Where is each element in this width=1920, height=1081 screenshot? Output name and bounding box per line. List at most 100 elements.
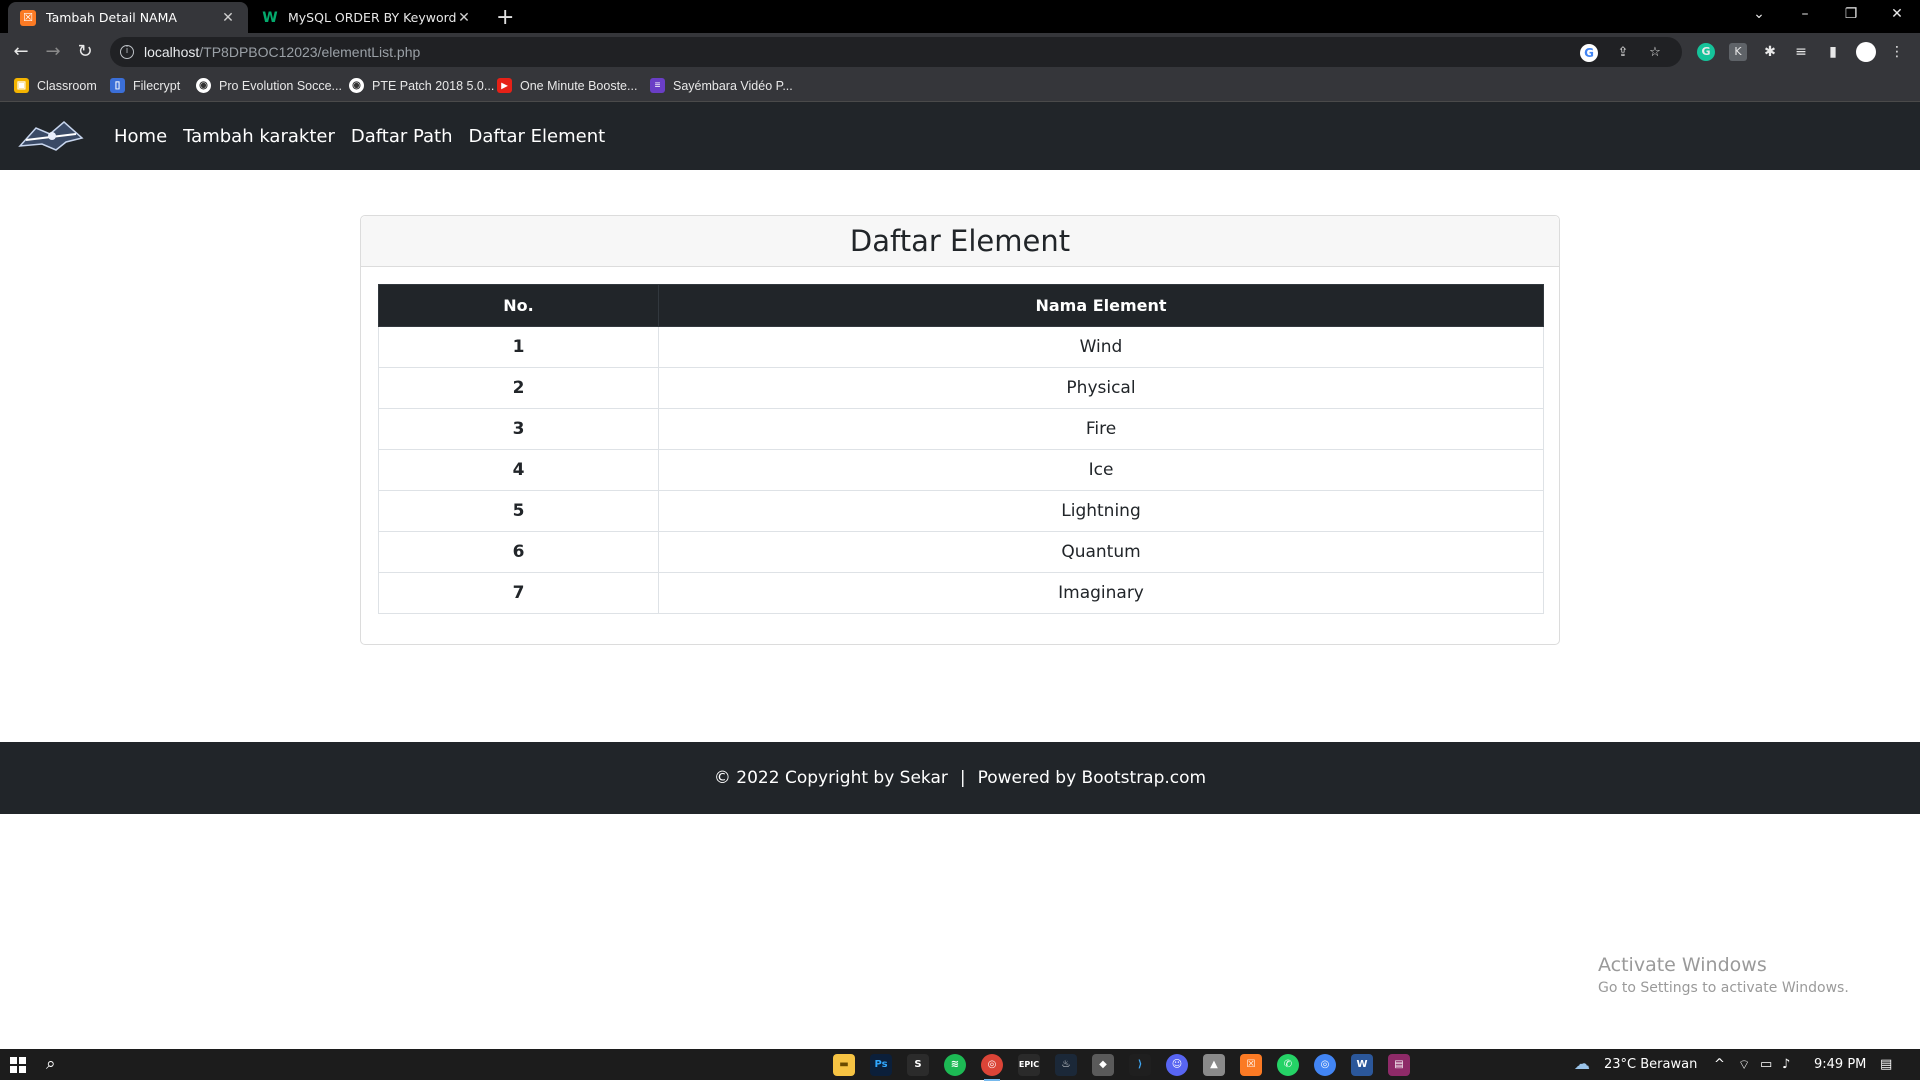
footer-separator: |: [959, 768, 966, 788]
classroom-icon: ▣: [14, 78, 29, 93]
element-list-card: Daftar Element No. Nama Element 1 Wind 2…: [360, 215, 1560, 645]
address-bar[interactable]: i localhost/TP8DPBOC12023/elementList.ph…: [110, 37, 1682, 67]
row-number: 4: [378, 449, 659, 491]
windows-taskbar: ⌕ ▬ Ps S ≋ ◎ EPIC ♨ ◆ ⟩ ☺ ▲ ☒ ✆ ◎ W ▤ ☁ …: [0, 1049, 1920, 1081]
table-row: 2 Physical: [378, 367, 1544, 409]
chrome-profile-icon[interactable]: ◎: [1314, 1054, 1336, 1076]
watermark-subtitle: Go to Settings to activate Windows.: [1598, 980, 1849, 996]
game-logo-icon[interactable]: [16, 116, 86, 156]
file-explorer-icon[interactable]: ▬: [833, 1054, 855, 1076]
row-number: 2: [378, 367, 659, 409]
bookmark-filecrypt[interactable]: ▯ Filecrypt: [110, 78, 180, 93]
column-header-nama-element: Nama Element: [658, 284, 1544, 327]
xampp-icon[interactable]: ☒: [1240, 1054, 1262, 1076]
row-number: 3: [378, 408, 659, 450]
game-app-icon[interactable]: ◆: [1092, 1054, 1114, 1076]
column-header-no: No.: [378, 284, 659, 327]
browser-tab-strip: ☒ Tambah Detail NAMA ✕ W MySQL ORDER BY …: [0, 0, 1920, 33]
bookmark-classroom[interactable]: ▣ Classroom: [14, 78, 97, 93]
share-icon[interactable]: ⇪: [1614, 44, 1632, 62]
more-menu-icon[interactable]: ⋮: [1888, 43, 1906, 61]
tab-title: MySQL ORDER BY Keyword: [288, 10, 456, 25]
nav-links: Home Tambah karakter Daftar Path Daftar …: [114, 102, 621, 170]
table-row: 3 Fire: [378, 408, 1544, 450]
watermark-title: Activate Windows: [1598, 954, 1767, 976]
google-lens-icon[interactable]: G: [1580, 44, 1598, 62]
browser-toolbar: ← → ↻ i localhost/TP8DPBOC12023/elementL…: [0, 33, 1920, 71]
row-number: 5: [378, 490, 659, 532]
word-icon[interactable]: W: [1351, 1054, 1373, 1076]
battery-icon[interactable]: ▭: [1760, 1057, 1772, 1072]
bookmark-pte-patch[interactable]: ◉ PTE Patch 2018 5.0...: [349, 78, 494, 93]
app-s-icon[interactable]: S: [907, 1054, 929, 1076]
bookmark-label: Classroom: [37, 78, 97, 93]
close-tab-icon[interactable]: ✕: [220, 10, 236, 26]
profile-avatar[interactable]: [1856, 42, 1876, 62]
new-tab-button[interactable]: +: [496, 5, 514, 30]
close-window-button[interactable]: ✕: [1874, 0, 1920, 30]
game-launcher-icon[interactable]: ▲: [1203, 1054, 1225, 1076]
bookmark-one-minute[interactable]: ▶ One Minute Booste...: [497, 78, 637, 93]
chrome-icon[interactable]: ◎: [981, 1054, 1003, 1081]
bookmark-label: One Minute Booste...: [520, 78, 638, 93]
close-tab-icon[interactable]: ✕: [456, 10, 472, 26]
restore-button[interactable]: ❐: [1828, 0, 1874, 30]
photoshop-icon[interactable]: Ps: [870, 1054, 892, 1076]
nav-daftar-path-link[interactable]: Daftar Path: [351, 126, 453, 147]
site-info-icon[interactable]: i: [120, 45, 134, 59]
steam-icon[interactable]: ♨: [1055, 1054, 1077, 1076]
minimize-button[interactable]: –: [1782, 0, 1828, 30]
footer-powered-by: Powered by Bootstrap.com: [977, 768, 1207, 788]
w3schools-favicon-icon: W: [262, 9, 278, 26]
grammarly-extension-icon[interactable]: G: [1697, 43, 1715, 61]
filecrypt-icon: ▯: [110, 78, 125, 93]
tab-tambah-detail[interactable]: ☒ Tambah Detail NAMA ✕: [8, 2, 248, 33]
bookmark-label: Pro Evolution Socce...: [219, 78, 342, 93]
tab-search-icon[interactable]: ⌄: [1736, 0, 1782, 30]
element-name: Imaginary: [658, 572, 1544, 614]
xampp-favicon-icon: ☒: [20, 9, 36, 26]
table-row: 7 Imaginary: [378, 572, 1544, 614]
forward-arrow-icon[interactable]: →: [40, 39, 66, 65]
table-row: 1 Wind: [378, 326, 1544, 368]
media-queue-icon[interactable]: ≡: [1792, 43, 1810, 61]
epic-games-icon[interactable]: EPIC: [1018, 1054, 1040, 1076]
weather-text[interactable]: 23°C Berawan: [1604, 1057, 1697, 1072]
nav-home-link[interactable]: Home: [114, 126, 167, 147]
row-number: 6: [378, 531, 659, 573]
network-icon[interactable]: ⌔: [1738, 1057, 1750, 1073]
search-icon[interactable]: ⌕: [46, 1054, 56, 1074]
nav-tambah-karakter-link[interactable]: Tambah karakter: [183, 126, 335, 147]
extensions-puzzle-icon[interactable]: ✱: [1761, 43, 1779, 61]
winrar-icon[interactable]: ▤: [1388, 1054, 1410, 1076]
spotify-icon[interactable]: ≋: [944, 1054, 966, 1076]
list-icon: ≡: [650, 78, 665, 93]
bookmark-sayembara[interactable]: ≡ Sayémbara Vidéo P...: [650, 78, 793, 93]
vscode-icon[interactable]: ⟩: [1129, 1054, 1151, 1076]
volume-icon[interactable]: ♪: [1782, 1057, 1790, 1072]
table-header-row: No. Nama Element: [378, 284, 1544, 327]
element-name: Lightning: [658, 490, 1544, 532]
site-globe-icon: ◉: [349, 78, 364, 93]
tab-mysql-order-by[interactable]: W MySQL ORDER BY Keyword ✕: [250, 2, 484, 33]
bookmark-star-icon[interactable]: ☆: [1646, 44, 1664, 62]
element-table: No. Nama Element 1 Wind 2 Physical 3 Fir…: [378, 284, 1544, 614]
side-panel-icon[interactable]: ▮: [1824, 43, 1842, 61]
clock[interactable]: 9:49 PM: [1814, 1057, 1866, 1072]
notification-center-icon[interactable]: ▤: [1880, 1057, 1892, 1072]
back-arrow-icon[interactable]: ←: [8, 39, 34, 65]
row-number: 7: [378, 572, 659, 614]
url-host: localhost: [144, 44, 200, 60]
table-row: 4 Ice: [378, 449, 1544, 491]
bookmark-pes[interactable]: ◉ Pro Evolution Socce...: [196, 78, 342, 93]
windows-start-icon[interactable]: [10, 1057, 26, 1073]
discord-icon[interactable]: ☺: [1166, 1054, 1188, 1076]
tab-title: Tambah Detail NAMA: [46, 10, 177, 25]
nav-daftar-element-link[interactable]: Daftar Element: [469, 126, 606, 147]
reload-icon[interactable]: ↻: [72, 39, 98, 65]
weather-icon[interactable]: ☁: [1574, 1054, 1590, 1073]
extension-k-icon[interactable]: K: [1729, 43, 1747, 61]
whatsapp-icon[interactable]: ✆: [1277, 1054, 1299, 1076]
bookmark-label: Filecrypt: [133, 78, 181, 93]
show-hidden-icons-chevron-icon[interactable]: ^: [1714, 1057, 1725, 1072]
